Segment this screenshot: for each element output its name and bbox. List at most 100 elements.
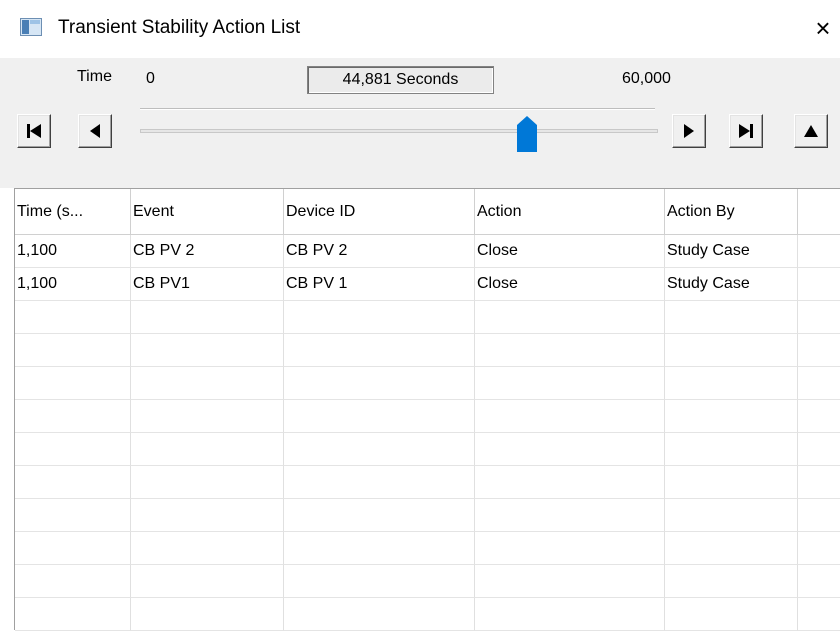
cell-action [475,301,665,334]
column-header-action-by[interactable]: Action By [665,189,798,235]
cell-time [15,301,131,334]
cell-action-by: Study Case [665,268,798,301]
cell-action: Close [475,235,665,268]
table-row[interactable] [15,301,840,334]
cell-device-id [284,400,475,433]
cell-time: 1,100 [15,235,131,268]
cell-extra [798,466,840,499]
cell-extra [798,532,840,565]
cell-action-by [665,301,798,334]
cell-device-id [284,334,475,367]
cell-event [131,301,284,334]
skip-to-end-button[interactable] [729,114,763,148]
column-header-device-id[interactable]: Device ID [284,189,475,235]
cell-action [475,334,665,367]
cell-time [15,466,131,499]
action-list-table: Time (s... Event Device ID Action Action By … [14,188,840,631]
cell-action-by [665,433,798,466]
column-header-extra[interactable] [798,189,840,235]
cell-time [15,598,131,631]
table-row[interactable] [15,400,840,433]
table-row[interactable] [15,565,840,598]
cell-device-id: CB PV 2 [284,235,475,268]
time-label: Time [77,68,112,85]
cell-device-id [284,565,475,598]
cell-event [131,565,284,598]
cell-extra [798,598,840,631]
table-row[interactable] [15,367,840,400]
cell-event [131,532,284,565]
step-back-icon [90,124,100,138]
cell-device-id [284,301,475,334]
cell-action-by [665,466,798,499]
cell-event [131,367,284,400]
cell-time [15,499,131,532]
cell-action: Close [475,268,665,301]
cell-action [475,499,665,532]
skip-to-start-button[interactable] [17,114,51,148]
cell-action [475,400,665,433]
step-back-button[interactable] [78,114,112,148]
cell-extra [798,499,840,532]
cell-action [475,433,665,466]
column-header-action[interactable]: Action [475,189,665,235]
close-button[interactable]: × [806,8,840,48]
range-max-label: 60,000 [622,70,671,87]
title-bar: Transient Stability Action List × [0,0,840,58]
cell-time [15,532,131,565]
triangle-up-icon [804,125,818,137]
cell-event [131,334,284,367]
cell-event [131,598,284,631]
time-slider-track[interactable] [140,129,658,133]
time-slider-thumb[interactable] [517,116,537,152]
cell-time [15,400,131,433]
cell-action [475,598,665,631]
table-row[interactable] [15,466,840,499]
cell-action-by [665,499,798,532]
cell-action-by: Study Case [665,235,798,268]
table-row[interactable]: 1,100 CB PV 2 CB PV 2 Close Study Case [15,235,840,268]
cell-time [15,334,131,367]
cell-extra [798,400,840,433]
cell-device-id: CB PV 1 [284,268,475,301]
cell-device-id [284,466,475,499]
cell-action-by [665,598,798,631]
cell-time [15,565,131,598]
cell-event [131,499,284,532]
cell-event [131,400,284,433]
range-line [140,108,655,110]
table-row[interactable] [15,532,840,565]
cell-action-by [665,565,798,598]
cell-event [131,466,284,499]
cell-action [475,532,665,565]
cell-device-id [284,367,475,400]
cell-extra [798,367,840,400]
cell-action-by [665,334,798,367]
table-row[interactable] [15,598,840,631]
current-time-display: 44,881 Seconds [307,66,494,94]
cell-extra [798,301,840,334]
app-window-icon [20,18,42,36]
cell-extra [798,334,840,367]
cell-action-by [665,400,798,433]
cell-action [475,367,665,400]
cell-device-id [284,433,475,466]
skip-end-icon [739,124,753,138]
cell-extra [798,565,840,598]
column-header-time[interactable]: Time (s... [15,189,131,235]
cell-action [475,565,665,598]
cell-time: 1,100 [15,268,131,301]
cell-extra [798,268,840,301]
table-row[interactable] [15,433,840,466]
table-row[interactable]: 1,100 CB PV1 CB PV 1 Close Study Case [15,268,840,301]
table-row[interactable] [15,499,840,532]
step-forward-icon [684,124,694,138]
cell-event [131,433,284,466]
step-forward-button[interactable] [672,114,706,148]
cell-action-by [665,367,798,400]
table-row[interactable] [15,334,840,367]
collapse-button[interactable] [794,114,828,148]
window-title: Transient Stability Action List [58,17,301,38]
cell-time [15,433,131,466]
column-header-event[interactable]: Event [131,189,284,235]
